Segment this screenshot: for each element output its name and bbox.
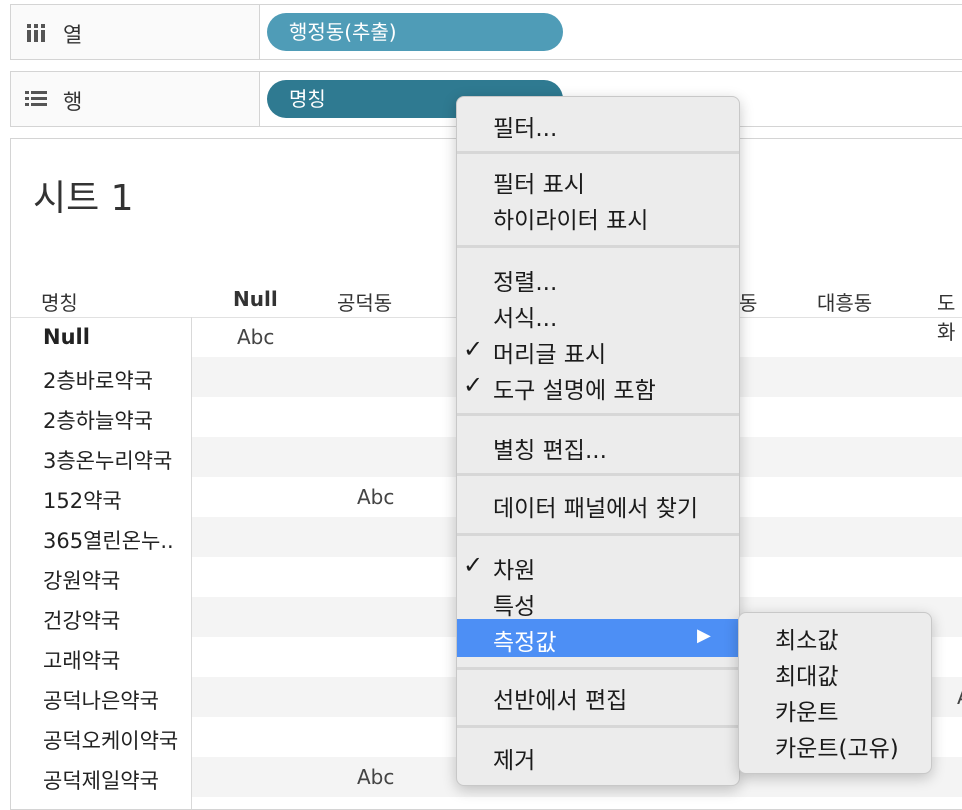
row-header[interactable]: 공덕제일약국 [43,765,159,795]
column-header-name[interactable]: 명칭 [41,287,78,316]
columns-shelf-label: 열 [11,5,260,59]
submenu-arrow-icon: ▶ [697,625,711,646]
menu-item-dimension[interactable]: 차원 [493,551,535,585]
row-header[interactable]: Null [43,325,90,349]
menu-item-show-filter[interactable]: 필터 표시 [493,165,585,199]
columns-pill[interactable]: 행정동(추출) [267,13,563,51]
rows-shelf-label: 행 [11,72,260,126]
row-header[interactable]: 3층온누리약국 [43,445,172,475]
menu-item-measure[interactable]: 측정값 [493,623,556,657]
menu-separator [457,533,739,536]
row-header[interactable]: 152약국 [43,485,122,515]
submenu-item-min[interactable]: 최소값 [775,621,838,655]
menu-item-edit-alias[interactable]: 별칭 편집... [493,431,607,465]
menu-item-sort[interactable]: 정렬... [493,263,557,297]
row-header[interactable]: 건강약국 [43,605,120,635]
menu-item-edit-in-shelf[interactable]: 선반에서 편집 [493,681,627,715]
row-header-divider [191,317,192,809]
table-cell[interactable]: Abc [237,325,274,349]
menu-separator [457,151,739,154]
menu-item-remove[interactable]: 제거 [493,741,535,775]
menu-item-filter[interactable]: 필터... [493,109,557,143]
row-header[interactable]: 2층하늘약국 [43,405,153,435]
columns-shelf: 열 행정동(추출) [10,4,962,60]
submenu-item-count[interactable]: 카운트 [775,693,838,727]
checkmark-icon: ✓ [463,335,484,363]
column-header-daeheung[interactable]: 대흥동 [817,287,872,316]
columns-label: 열 [63,23,83,47]
rows-icon [25,89,49,113]
menu-item-format[interactable]: 서식... [493,299,557,333]
row-header[interactable]: 2층바로약국 [43,365,153,395]
submenu-item-max[interactable]: 최대값 [775,657,838,691]
table-cell[interactable]: A [957,685,962,709]
columns-icon [25,22,47,48]
column-header-null[interactable]: Null [233,287,278,311]
row-header[interactable]: 공덕나은약국 [43,685,159,715]
menu-item-show-header[interactable]: 머리글 표시 [493,335,606,369]
row-header[interactable]: 강원약국 [43,565,120,595]
menu-separator [457,667,739,670]
checkmark-icon: ✓ [463,371,484,399]
measure-submenu: 최소값 최대값 카운트 카운트(고유) [738,612,932,774]
rows-label: 행 [63,90,83,114]
context-menu: 필터... 필터 표시 하이라이터 표시 정렬... 서식... ✓ 머리글 표… [456,96,740,786]
menu-item-show-highlighter[interactable]: 하이라이터 표시 [493,201,648,235]
menu-separator [457,725,739,728]
row-header[interactable]: 공덕오케이약국 [43,725,178,755]
table-cell[interactable]: Abc [357,485,394,509]
menu-separator [457,473,739,476]
menu-separator [457,413,739,416]
column-header-partial-dong[interactable]: 동 [739,287,757,316]
menu-item-include-in-tooltip[interactable]: 도구 설명에 포함 [493,371,656,405]
checkmark-icon: ✓ [463,551,484,579]
menu-item-find-in-data-pane[interactable]: 데이터 패널에서 찾기 [493,489,698,523]
menu-item-attribute[interactable]: 특성 [493,587,535,621]
row-header[interactable]: 고래약국 [43,645,120,675]
sheet-title: 시트 1 [33,178,134,219]
submenu-item-count-distinct[interactable]: 카운트(고유) [775,729,899,763]
menu-separator [457,245,739,248]
column-header-dohwa[interactable]: 도화 [937,287,962,345]
column-header-gongdeok[interactable]: 공덕동 [337,287,392,316]
table-cell[interactable]: Abc [357,765,394,789]
row-header[interactable]: 365열린온누.. [43,525,174,555]
